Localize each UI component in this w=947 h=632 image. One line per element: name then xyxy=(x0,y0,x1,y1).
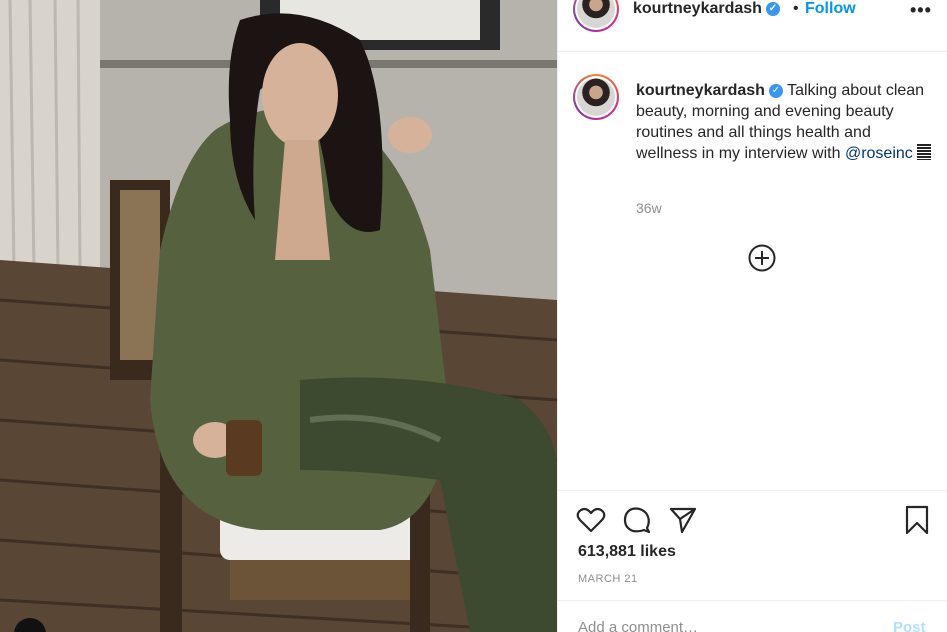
post-photo-illustration xyxy=(0,0,557,632)
heart-icon[interactable] xyxy=(576,505,606,535)
share-icon[interactable] xyxy=(668,505,698,535)
verified-badge-icon: ✓ xyxy=(768,83,783,98)
follow-button[interactable]: Follow xyxy=(805,0,856,18)
caption-avatar[interactable] xyxy=(573,74,619,120)
likes-count[interactable]: 613,881 likes xyxy=(578,543,676,561)
comment-input[interactable] xyxy=(578,619,878,632)
action-bar: 613,881 likes MARCH 21 xyxy=(558,490,947,600)
post-photo[interactable] xyxy=(0,0,557,632)
comment-bar: Post xyxy=(558,600,947,632)
verified-badge-icon: ✓ xyxy=(765,1,780,16)
bookmark-icon[interactable] xyxy=(902,505,932,535)
post-comment-button[interactable]: Post xyxy=(893,619,926,632)
plus-circle-icon[interactable] xyxy=(748,244,776,272)
post-header: kourtneykardash ✓ • Follow ••• xyxy=(558,0,947,52)
comment-icon[interactable] xyxy=(622,505,652,535)
post-date: MARCH 21 xyxy=(578,573,638,585)
post-time: 36w xyxy=(636,200,662,216)
header-username[interactable]: kourtneykardash ✓ xyxy=(633,0,780,18)
caption-area: kourtneykardash ✓ Talking about clean bea… xyxy=(558,52,947,490)
more-options-icon[interactable]: ••• xyxy=(910,0,932,21)
post-panel: kourtneykardash ✓ • Follow ••• kourtneyka… xyxy=(557,0,947,632)
separator-dot: • xyxy=(793,0,799,17)
header-username-text[interactable]: kourtneykardash xyxy=(633,0,762,17)
flag-emoji-icon xyxy=(916,144,931,160)
caption: kourtneykardash ✓ Talking about clean bea… xyxy=(636,80,936,164)
caption-mention-link[interactable]: @roseinc xyxy=(845,145,913,162)
caption-username[interactable]: kourtneykardash xyxy=(636,82,765,99)
avatar[interactable] xyxy=(573,0,619,32)
